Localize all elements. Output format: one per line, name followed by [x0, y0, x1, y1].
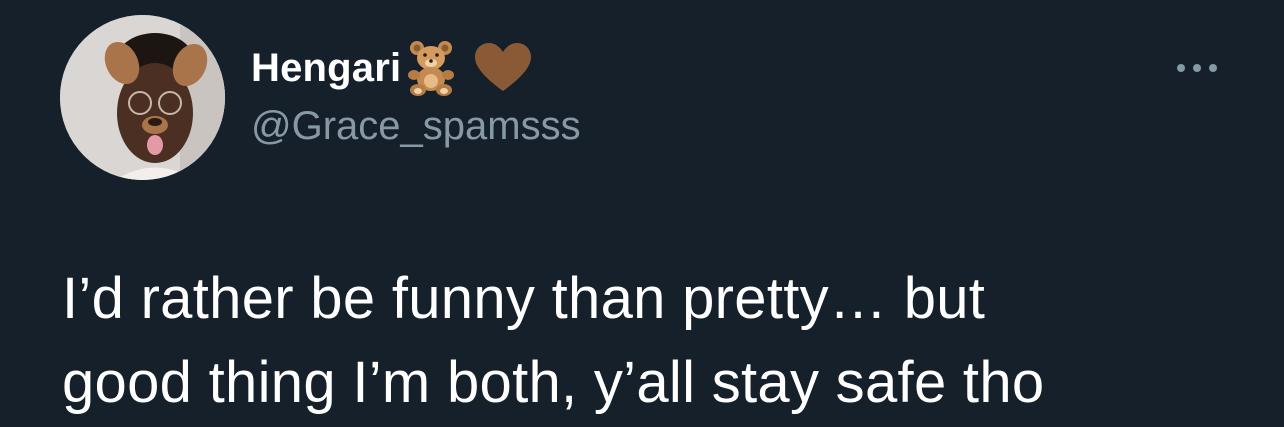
author-name-row[interactable]: Hengari: [251, 38, 532, 98]
tweet-card: Hengari @Grace_spamsss I’d rather be fun…: [0, 0, 1284, 427]
display-name[interactable]: Hengari: [251, 46, 401, 91]
brown-heart-icon: [475, 43, 532, 93]
more-options-button[interactable]: [1173, 58, 1221, 78]
author-handle[interactable]: @Grace_spamsss: [251, 104, 581, 149]
avatar-photo: [60, 15, 225, 180]
avatar[interactable]: [60, 15, 225, 180]
more-horizontal-icon: [1177, 64, 1217, 72]
teddy-bear-icon: [403, 39, 463, 97]
tweet-text: I’d rather be funny than pretty… but goo…: [62, 266, 1045, 415]
